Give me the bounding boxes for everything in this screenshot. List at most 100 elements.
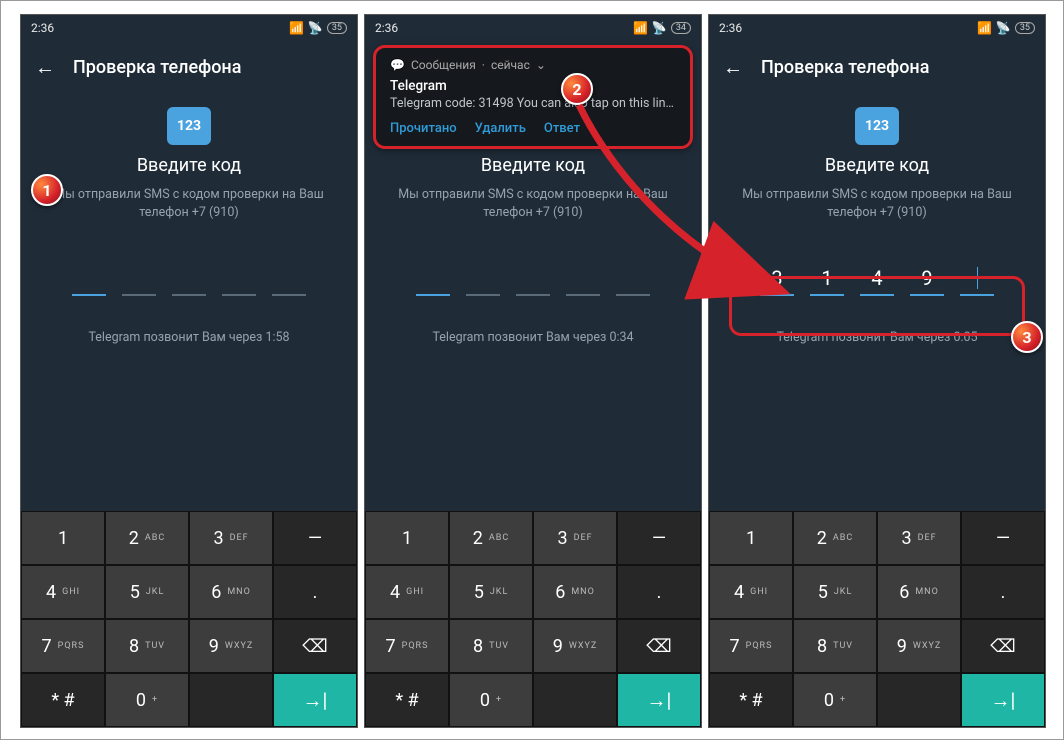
key-backspace[interactable]: ⌫ [617,619,701,673]
notification-time: сейчас [491,58,530,72]
notif-action-read[interactable]: Прочитано [390,121,457,136]
status-time: 2:36 [719,21,742,35]
key-dash[interactable]: — [961,511,1045,565]
key-3[interactable]: 3DEF [189,511,273,565]
numeric-keypad: 1 2ABC 3DEF — 4GHI 5JKL 6MNO . 7PQRS 8TU… [21,511,357,727]
key-7[interactable]: 7PQRS [365,619,449,673]
key-period[interactable]: . [961,565,1045,619]
code-input-row[interactable]: 3 1 4 9 [709,262,1045,296]
callback-timer: Telegram позвонит Вам через 0:05 [709,330,1045,345]
code-digit-4[interactable] [222,262,256,296]
key-period[interactable]: . [617,565,701,619]
key-5[interactable]: 5JKL [793,565,877,619]
code-digit-4[interactable] [566,262,600,296]
step-badge-3: 3 [1011,321,1043,353]
key-backspace[interactable]: ⌫ [961,619,1045,673]
key-4[interactable]: 4GHI [365,565,449,619]
key-2[interactable]: 2ABC [105,511,189,565]
code-digit-5[interactable] [960,262,994,296]
key-9[interactable]: 9WXYZ [533,619,617,673]
key-period[interactable]: . [273,565,357,619]
code-digit-4[interactable]: 9 [910,262,944,296]
key-empty[interactable] [189,673,273,727]
key-3[interactable]: 3DEF [533,511,617,565]
code-digit-5[interactable] [616,262,650,296]
battery-icon: 35 [1015,22,1035,34]
key-empty[interactable] [533,673,617,727]
app-header: ← Проверка телефона [21,41,357,93]
code-digit-1[interactable]: 3 [760,262,794,296]
key-4[interactable]: 4GHI [21,565,105,619]
sms-description: Мы отправили SMS с кодом проверки на Ваш… [709,186,1045,222]
notification-body: Telegram code: 31498 You can also tap on… [390,96,676,111]
key-2[interactable]: 2ABC [449,511,533,565]
key-9[interactable]: 9WXYZ [189,619,273,673]
key-1[interactable]: 1 [365,511,449,565]
key-symbols[interactable]: * # [365,673,449,727]
key-7[interactable]: 7PQRS [21,619,105,673]
key-9[interactable]: 9WXYZ [877,619,961,673]
key-1[interactable]: 1 [21,511,105,565]
key-0[interactable]: 0+ [793,673,877,727]
code-digit-3[interactable] [172,262,206,296]
key-5[interactable]: 5JKL [449,565,533,619]
app-header: ← Проверка телефона [709,41,1045,93]
key-8[interactable]: 8TUV [793,619,877,673]
signal-icon: 📶 [633,21,648,35]
notif-action-delete[interactable]: Удалить [475,121,526,136]
key-1[interactable]: 1 [709,511,793,565]
sms-notification[interactable]: 💬 Сообщения · сейчас ⌄ Telegram Telegram… [373,45,693,149]
enter-code-title: Введите код [21,155,357,176]
signal-icon: 📶 [977,21,992,35]
phone-screen-3: 2:36 📶 📡 35 ← Проверка телефона 123 Введ… [708,14,1046,728]
code-digit-1[interactable] [72,262,106,296]
code-input-row[interactable] [365,262,701,296]
back-arrow-icon[interactable]: ← [723,55,743,80]
key-5[interactable]: 5JKL [105,565,189,619]
code-digit-2[interactable] [466,262,500,296]
key-8[interactable]: 8TUV [449,619,533,673]
key-dash[interactable]: — [273,511,357,565]
key-0[interactable]: 0+ [449,673,533,727]
key-2[interactable]: 2ABC [793,511,877,565]
sms-description: Мы отправили SMS с кодом проверки на Ваш… [365,186,701,222]
key-7[interactable]: 7PQRS [709,619,793,673]
code-digit-1[interactable] [416,262,450,296]
key-0[interactable]: 0+ [105,673,189,727]
code-input-row[interactable] [21,262,357,296]
page-title: Проверка телефона [761,57,929,78]
key-3[interactable]: 3DEF [877,511,961,565]
phone-screen-2: 2:36 📶 📡 34 ← Проверка телефона 123 Введ… [364,14,702,728]
page-title: Проверка телефона [73,57,241,78]
wifi-icon: 📡 [308,21,323,35]
code-digit-5[interactable] [272,262,306,296]
key-dash[interactable]: — [617,511,701,565]
key-symbols[interactable]: * # [709,673,793,727]
code-digit-3[interactable]: 4 [860,262,894,296]
key-backspace[interactable]: ⌫ [273,619,357,673]
key-symbols[interactable]: * # [21,673,105,727]
status-icons: 📶 📡 34 [633,21,691,35]
key-submit[interactable]: →| [961,673,1045,727]
chevron-down-icon[interactable]: ⌄ [536,58,546,72]
notif-action-reply[interactable]: Ответ [544,121,580,136]
key-submit[interactable]: →| [273,673,357,727]
key-4[interactable]: 4GHI [709,565,793,619]
key-6[interactable]: 6MNO [877,565,961,619]
key-empty[interactable] [877,673,961,727]
submit-arrow-icon: →| [991,688,1016,713]
code-digit-2[interactable] [122,262,156,296]
status-icons: 📶 📡 35 [977,21,1035,35]
wifi-icon: 📡 [652,21,667,35]
numeric-keypad: 1 2ABC 3DEF — 4GHI 5JKL 6MNO . 7PQRS 8TU… [365,511,701,727]
notification-source: Сообщения [411,58,476,72]
key-8[interactable]: 8TUV [105,619,189,673]
key-submit[interactable]: →| [617,673,701,727]
code-digit-2[interactable]: 1 [810,262,844,296]
status-icons: 📶 📡 35 [289,21,347,35]
status-bar: 2:36 📶 📡 34 [365,15,701,41]
code-digit-3[interactable] [516,262,550,296]
back-arrow-icon[interactable]: ← [35,55,55,80]
key-6[interactable]: 6MNO [533,565,617,619]
key-6[interactable]: 6MNO [189,565,273,619]
